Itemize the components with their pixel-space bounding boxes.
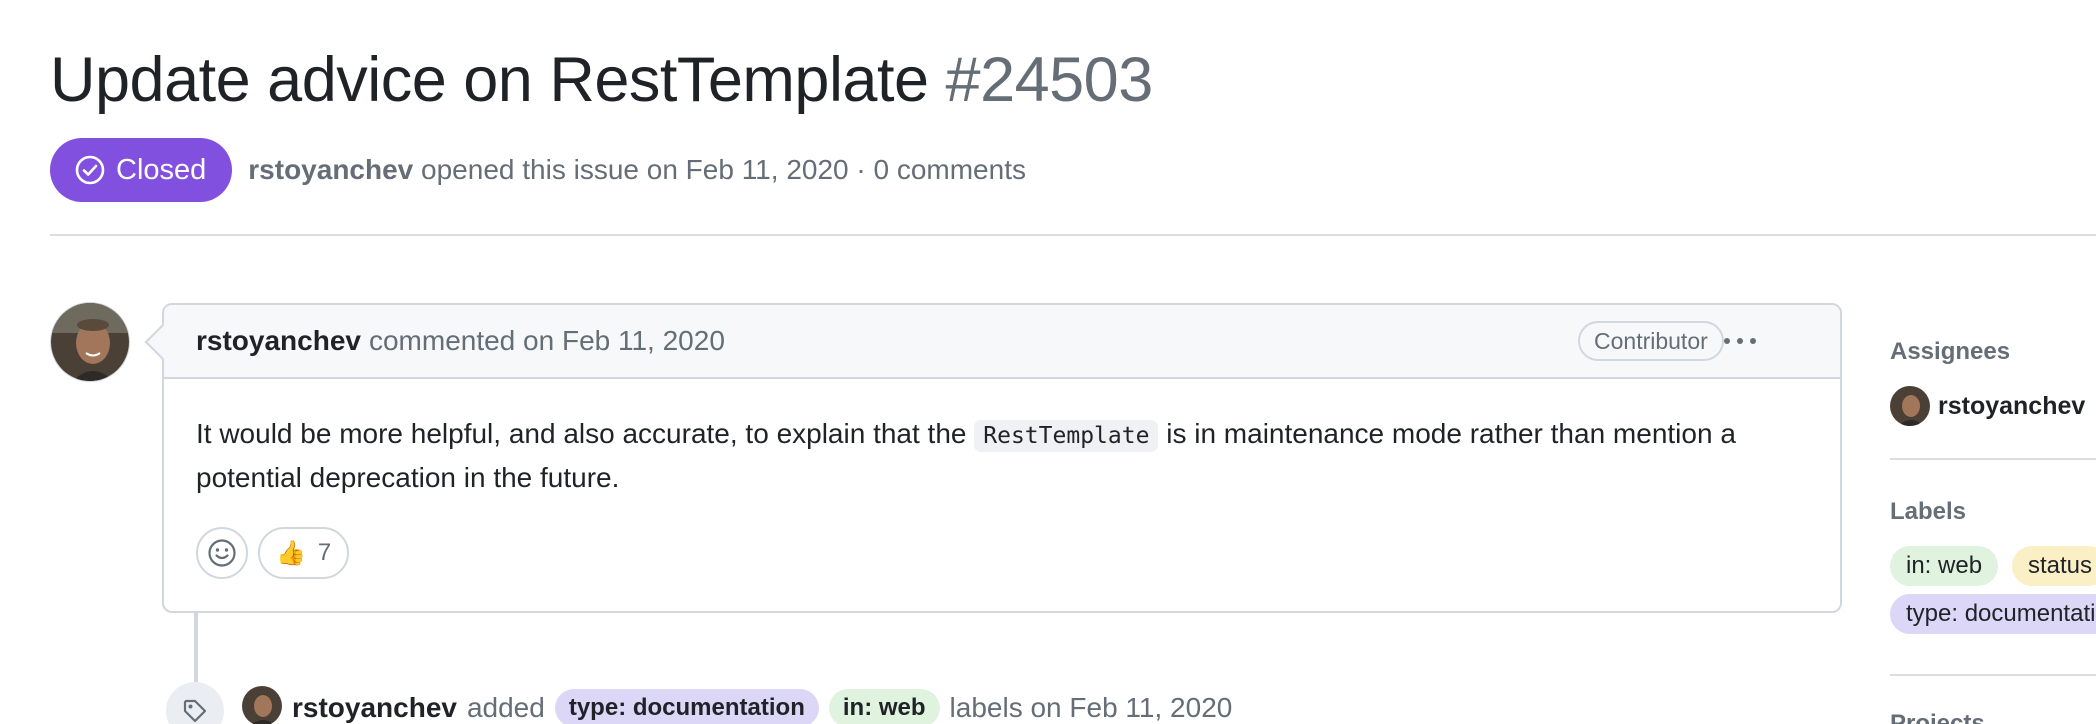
sidebar: Assignees rstoyanchev Labels in: web sta… [1890,0,2096,724]
label-type-documentation[interactable]: type: documentation [554,689,819,724]
sidebar-label-type-documentation[interactable]: type: documentation [1890,594,2096,634]
smiley-icon [208,539,236,567]
label-in-web[interactable]: in: web [828,689,940,724]
event-actor[interactable]: rstoyanchev [292,692,457,724]
comment-author[interactable]: rstoyanchev [196,325,361,357]
reaction-count: 7 [317,539,332,566]
more-options-icon[interactable] [1722,323,1758,359]
issue-meta: Closed rstoyanchev opened this issue on … [50,138,1026,202]
state-badge: Closed [50,138,233,202]
assignee-name: rstoyanchev [1938,391,2086,420]
assignee-avatar [1890,386,1930,426]
comment-body: It would be more helpful, and also accur… [196,413,1816,499]
issue-title: Update advice on RestTemplate #24503 [50,44,1153,116]
sidebar-label-status[interactable]: status [2012,546,2096,586]
assignees-heading[interactable]: Assignees [1890,338,2010,366]
sidebar-divider-2 [1890,674,2096,676]
sidebar-divider [1890,458,2096,460]
contributor-badge: Contributor [1578,321,1724,361]
event-avatar[interactable] [242,686,282,724]
comment-timestamp[interactable]: commented on Feb 11, 2020 [369,325,725,357]
event-suffix: labels on Feb 11, 2020 [949,692,1233,723]
inline-code: RestTemplate [974,420,1159,452]
meta-details: opened this issue on Feb 11, 2020 · 0 co… [421,154,1026,185]
assignee-item[interactable]: rstoyanchev [1890,386,2085,426]
labels-heading[interactable]: Labels [1890,498,1966,526]
author-link[interactable]: rstoyanchev [248,154,413,185]
comment-box: rstoyanchev commented on Feb 11, 2020 Co… [162,303,1842,613]
comment-text-1: It would be more helpful, and also accur… [196,418,967,449]
meta-text: rstoyanchev opened this issue on Feb 11,… [248,154,1026,186]
event-action: added [466,692,545,723]
add-reaction-button[interactable] [196,527,248,579]
avatar-photo [51,303,129,381]
issue-number: #24503 [945,45,1154,115]
tag-icon [166,682,224,724]
issue-title-text: Update advice on RestTemplate [50,45,929,115]
label-event: rstoyanchev added type: documentation in… [292,688,1232,724]
sidebar-label-in-web[interactable]: in: web [1890,546,1999,586]
comment-header: rstoyanchev commented on Feb 11, 2020 Co… [164,305,1840,379]
thumbs-up-icon: 👍 [276,539,306,567]
projects-heading[interactable]: Projects [1890,710,1985,724]
check-circle-icon [75,155,105,185]
header-divider [50,234,2096,236]
state-label: Closed [116,153,207,186]
thumbs-up-reaction[interactable]: 👍 7 [258,527,350,579]
avatar[interactable] [50,302,130,382]
